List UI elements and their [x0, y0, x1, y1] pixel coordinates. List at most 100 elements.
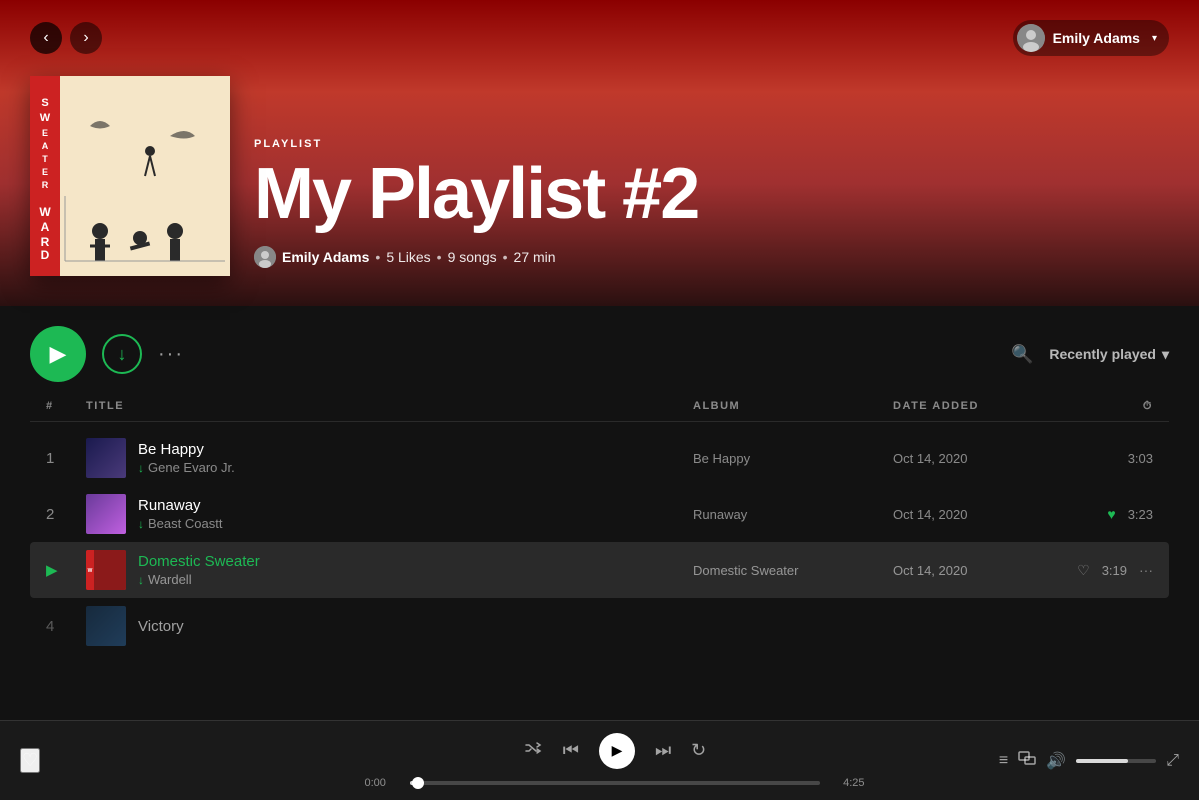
track-thumbnail: W — [86, 550, 126, 590]
track-title-cell: Be Happy ↓ Gene Evaro Jr. — [86, 438, 693, 478]
svg-text:R: R — [42, 180, 49, 190]
previous-button[interactable]: ⏮ — [563, 740, 579, 761]
progress-handle[interactable] — [412, 777, 424, 789]
player-play-button[interactable]: ▶ — [599, 733, 635, 769]
track-info: Domestic Sweater ↓ Wardell — [138, 553, 260, 587]
track-album: Runaway — [693, 507, 893, 522]
avatar — [1017, 24, 1045, 52]
table-row[interactable]: 4 Victory — [30, 598, 1169, 654]
track-duration-cell: ♥ 3:23 — [1073, 506, 1153, 522]
devices-button[interactable] — [1018, 749, 1036, 772]
svg-text:T: T — [42, 154, 48, 164]
track-info: Runaway ↓ Beast Coastt — [138, 497, 222, 531]
player-right: ≡ 🔊 ⤢ — [959, 749, 1179, 772]
track-thumbnail — [86, 438, 126, 478]
fullscreen-button[interactable]: ⤢ — [1166, 752, 1179, 770]
playlist-owner: Emily Adams — [282, 249, 369, 265]
track-album: Be Happy — [693, 451, 893, 466]
track-name: Runaway — [138, 497, 222, 514]
table-row[interactable]: 2 Runaway ↓ Beast Coastt Runaway Oct 14,… — [30, 486, 1169, 542]
track-date: Oct 14, 2020 — [893, 563, 1073, 578]
player-center: ⏮ ▶ ⏭ ↻ 0:00 4:25 — [270, 733, 959, 789]
playlist-info: S W E A T E R W A R D — [30, 76, 1169, 276]
track-title-cell: Victory — [86, 606, 693, 646]
col-title: TITLE — [86, 400, 693, 413]
user-profile-menu[interactable]: Emily Adams ▾ — [1013, 20, 1169, 56]
svg-text:S: S — [41, 97, 48, 109]
track-info: Be Happy ↓ Gene Evaro Jr. — [138, 441, 235, 475]
hero-section: ‹ › Emily Adams ▾ S — [0, 0, 1199, 306]
next-button[interactable]: ⏭ — [655, 740, 671, 761]
track-name: Be Happy — [138, 441, 235, 458]
track-artist: ↓ Wardell — [138, 572, 260, 587]
col-num: # — [46, 400, 86, 413]
track-duration-cell: 3:03 — [1073, 451, 1153, 466]
repeat-button[interactable]: ↻ — [691, 740, 706, 761]
user-name: Emily Adams — [1053, 30, 1140, 46]
track-thumbnail — [86, 606, 126, 646]
svg-text:R: R — [41, 235, 50, 249]
playlist-songs: 9 songs — [448, 249, 497, 265]
player-heart-button[interactable]: ♡ — [20, 748, 40, 773]
play-button[interactable]: ▶ — [30, 326, 86, 382]
svg-text:W: W — [39, 205, 51, 219]
col-album: ALBUM — [693, 400, 893, 413]
sort-chevron-icon: ▾ — [1162, 346, 1169, 363]
track-number: ▶ — [46, 561, 86, 579]
svg-text:E: E — [42, 167, 48, 177]
queue-button[interactable]: ≡ — [999, 752, 1008, 770]
track-date: Oct 14, 2020 — [893, 451, 1073, 466]
more-dots-icon[interactable]: ··· — [1139, 562, 1153, 578]
progress-track[interactable] — [410, 781, 820, 785]
forward-button[interactable]: › — [70, 22, 102, 54]
back-button[interactable]: ‹ — [30, 22, 62, 54]
track-list-header: # TITLE ALBUM DATE ADDED ⏱ — [30, 392, 1169, 422]
download-button[interactable]: ↓ — [102, 334, 142, 374]
track-info: Victory — [138, 618, 184, 635]
like-button[interactable]: ♡ — [1077, 562, 1090, 579]
shuffle-button[interactable] — [523, 738, 543, 763]
playback-controls: ⏮ ▶ ⏭ ↻ — [523, 733, 707, 769]
track-thumbnail — [86, 494, 126, 534]
download-icon: ↓ — [138, 517, 144, 531]
playlist-cover: S W E A T E R W A R D — [30, 76, 230, 276]
svg-text:A: A — [41, 220, 50, 234]
track-artist: ↓ Gene Evaro Jr. — [138, 460, 235, 475]
volume-fill — [1076, 759, 1128, 763]
volume-bar[interactable] — [1076, 759, 1156, 763]
svg-text:W: W — [88, 568, 93, 574]
track-number: 2 — [46, 506, 86, 523]
playlist-type-label: PLAYLIST — [254, 138, 698, 150]
table-row[interactable]: ▶ W Domestic Sweater ↓ Wardell Domestic … — [30, 542, 1169, 598]
playlist-metadata: PLAYLIST My Playlist #2 Emily Adams • 5 … — [254, 138, 698, 276]
top-nav: ‹ › Emily Adams ▾ — [30, 20, 1169, 56]
download-icon: ↓ — [138, 461, 144, 475]
track-name: Domestic Sweater — [138, 553, 260, 570]
table-row[interactable]: 1 Be Happy ↓ Gene Evaro Jr. Be Happy Oct… — [30, 430, 1169, 486]
playlist-title: My Playlist #2 — [254, 158, 698, 230]
player-bar: ♡ ⏮ ▶ ⏭ ↻ 0:00 4:25 ≡ — [0, 720, 1199, 800]
search-button[interactable]: 🔍 — [1011, 344, 1033, 365]
track-list: # TITLE ALBUM DATE ADDED ⏱ 1 Be Happy ↓ … — [0, 392, 1199, 654]
current-time: 0:00 — [365, 777, 400, 789]
volume-button[interactable]: 🔊 — [1046, 751, 1066, 771]
svg-text:E: E — [42, 128, 48, 138]
track-date: Oct 14, 2020 — [893, 507, 1073, 522]
controls-right: 🔍 Recently played ▾ — [1011, 344, 1169, 365]
liked-icon[interactable]: ♥ — [1107, 506, 1115, 522]
chevron-down-icon: ▾ — [1152, 33, 1157, 44]
track-album: Domestic Sweater — [693, 563, 893, 578]
progress-bar-container: 0:00 4:25 — [365, 777, 865, 789]
owner-avatar — [254, 246, 276, 268]
track-name: Victory — [138, 618, 184, 635]
nav-buttons: ‹ › — [30, 22, 102, 54]
controls-bar: ▶ ↓ ··· 🔍 Recently played ▾ — [0, 306, 1199, 392]
track-artist: ↓ Beast Coastt — [138, 516, 222, 531]
player-left: ♡ — [20, 748, 270, 773]
track-title-cell: Runaway ↓ Beast Coastt — [86, 494, 693, 534]
playlist-likes: 5 Likes — [386, 249, 430, 265]
sort-dropdown[interactable]: Recently played ▾ — [1049, 346, 1169, 363]
col-duration: ⏱ — [1073, 400, 1153, 413]
more-options-button[interactable]: ··· — [158, 343, 184, 366]
track-number: 4 — [46, 618, 86, 635]
